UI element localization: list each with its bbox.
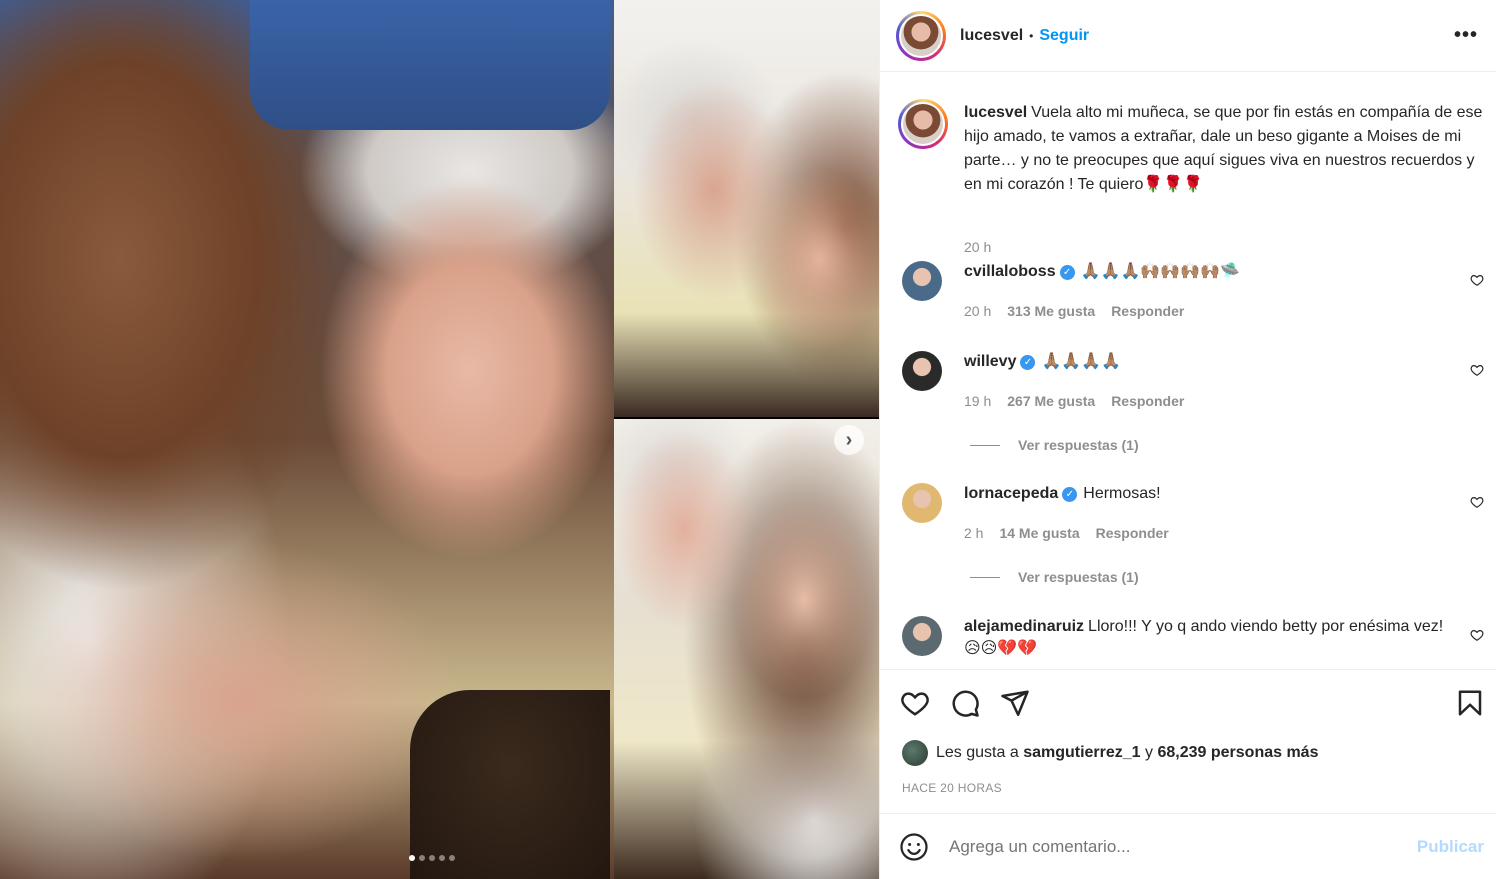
comments-list[interactable]: lucesvel Vuela alto mi muñeca, se que por… bbox=[880, 73, 1496, 669]
carousel-dot bbox=[439, 855, 445, 861]
carousel-dot bbox=[449, 855, 455, 861]
post-header: lucesvel • Seguir ••• bbox=[880, 0, 1496, 72]
avatar[interactable] bbox=[902, 261, 942, 301]
comment-body: 🙏🏽🙏🏽🙏🏽🙏🏽 bbox=[1041, 353, 1122, 370]
comment-username[interactable]: lornacepeda bbox=[964, 485, 1058, 502]
photo-sleeve bbox=[410, 690, 610, 879]
photo-kiss bbox=[614, 0, 879, 417]
comment-body: 🙏🏽🙏🏽🙏🏽🙌🏽🙌🏽🙌🏽🙌🏽🛸 bbox=[1080, 263, 1240, 280]
add-comment-bar: Publicar bbox=[879, 813, 1496, 879]
photo-background-shirt bbox=[250, 0, 610, 130]
avatar bbox=[902, 740, 928, 766]
view-replies-label: Ver respuestas (1) bbox=[1018, 569, 1139, 585]
likes-user[interactable]: samgutierrez_1 bbox=[1023, 744, 1140, 762]
photo-selfie bbox=[614, 419, 879, 879]
comment-meta: 2 h 14 Me gusta Responder bbox=[964, 525, 1169, 541]
likes-prefix: Les gusta a bbox=[936, 744, 1019, 761]
heart-icon[interactable] bbox=[900, 688, 930, 718]
replies-line bbox=[970, 576, 1000, 578]
avatar[interactable] bbox=[902, 483, 942, 523]
chevron-right-icon[interactable]: › bbox=[834, 425, 864, 455]
carousel-dot bbox=[429, 855, 435, 861]
caption-timestamp[interactable]: 20 h bbox=[964, 239, 991, 255]
post-date[interactable]: HACE 20 HORAS bbox=[902, 781, 1002, 795]
view-replies-button[interactable]: Ver respuestas (1) bbox=[970, 437, 1139, 453]
post-actions: Les gusta a samgutierrez_1 y 68,239 pers… bbox=[880, 669, 1496, 795]
verified-badge-icon: ✓ bbox=[1020, 355, 1036, 370]
comment-text: lornacepeda ✓ Hermosas! bbox=[964, 483, 1464, 505]
avatar[interactable] bbox=[902, 351, 942, 391]
likes-summary[interactable]: Les gusta a samgutierrez_1 y 68,239 pers… bbox=[902, 740, 1318, 766]
likes-connector: y bbox=[1145, 744, 1154, 761]
comment-likes[interactable]: 14 Me gusta bbox=[999, 525, 1079, 541]
view-replies-label: Ver respuestas (1) bbox=[1018, 437, 1139, 453]
comment-time[interactable]: 19 h bbox=[964, 393, 991, 409]
post-sidebar: lucesvel • Seguir ••• lucesvel Vuela alto… bbox=[879, 0, 1496, 879]
carousel-dot bbox=[409, 855, 415, 861]
post-media-carousel[interactable]: › bbox=[0, 0, 879, 879]
replies-line bbox=[970, 444, 1000, 446]
comment-username[interactable]: cvillaloboss bbox=[964, 263, 1056, 280]
bookmark-icon[interactable] bbox=[1455, 688, 1485, 718]
view-replies-button[interactable]: Ver respuestas (1) bbox=[970, 569, 1139, 585]
publish-button[interactable]: Publicar bbox=[1417, 837, 1484, 857]
comment-input[interactable] bbox=[949, 836, 1389, 857]
comment-username[interactable]: willevy bbox=[964, 353, 1016, 370]
likes-others[interactable]: 68,239 personas más bbox=[1157, 744, 1318, 762]
reply-button[interactable]: Responder bbox=[1111, 393, 1184, 409]
caption-username[interactable]: lucesvel bbox=[964, 104, 1027, 121]
avatar[interactable] bbox=[896, 10, 946, 61]
comment-username[interactable]: alejamedinaruiz bbox=[964, 618, 1084, 635]
reply-button[interactable]: Responder bbox=[1096, 525, 1169, 541]
comment-text: cvillaloboss ✓ 🙏🏽🙏🏽🙏🏽🙌🏽🙌🏽🙌🏽🙌🏽🛸 bbox=[964, 261, 1464, 283]
carousel-dots bbox=[409, 855, 455, 861]
reply-button[interactable]: Responder bbox=[1111, 303, 1184, 319]
comment-time[interactable]: 2 h bbox=[964, 525, 983, 541]
avatar[interactable] bbox=[902, 616, 942, 656]
separator-dot: • bbox=[1029, 28, 1034, 43]
comment-text: alejamedinaruiz Lloro!!! Y yo q ando vien… bbox=[964, 616, 1464, 660]
verified-badge-icon: ✓ bbox=[1062, 487, 1078, 502]
heart-icon[interactable] bbox=[1470, 628, 1484, 642]
comment-time[interactable]: 20 h bbox=[964, 303, 991, 319]
post-username[interactable]: lucesvel bbox=[960, 27, 1023, 45]
emoji-icon[interactable] bbox=[899, 832, 929, 862]
comment-body: Hermosas! bbox=[1083, 485, 1161, 502]
heart-icon[interactable] bbox=[1470, 273, 1484, 287]
carousel-dot bbox=[419, 855, 425, 861]
caption-text: lucesvel Vuela alto mi muñeca, se que por… bbox=[964, 101, 1494, 197]
caption-body: Vuela alto mi muñeca, se que por fin est… bbox=[964, 104, 1483, 193]
comment-meta: 20 h 313 Me gusta Responder bbox=[964, 303, 1184, 319]
action-bar bbox=[880, 670, 1496, 734]
comment-icon[interactable] bbox=[950, 688, 980, 718]
send-icon[interactable] bbox=[1000, 688, 1030, 718]
photo-hug bbox=[0, 0, 614, 879]
heart-icon[interactable] bbox=[1470, 495, 1484, 509]
follow-button[interactable]: Seguir bbox=[1039, 27, 1089, 45]
comment-likes[interactable]: 313 Me gusta bbox=[1007, 303, 1095, 319]
comment-meta: 19 h 267 Me gusta Responder bbox=[964, 393, 1184, 409]
verified-badge-icon: ✓ bbox=[1059, 265, 1075, 280]
avatar[interactable] bbox=[898, 99, 948, 149]
comment-likes[interactable]: 267 Me gusta bbox=[1007, 393, 1095, 409]
more-options-icon[interactable]: ••• bbox=[1454, 24, 1478, 47]
comment-text: willevy ✓ 🙏🏽🙏🏽🙏🏽🙏🏽 bbox=[964, 351, 1464, 373]
heart-icon[interactable] bbox=[1470, 363, 1484, 377]
